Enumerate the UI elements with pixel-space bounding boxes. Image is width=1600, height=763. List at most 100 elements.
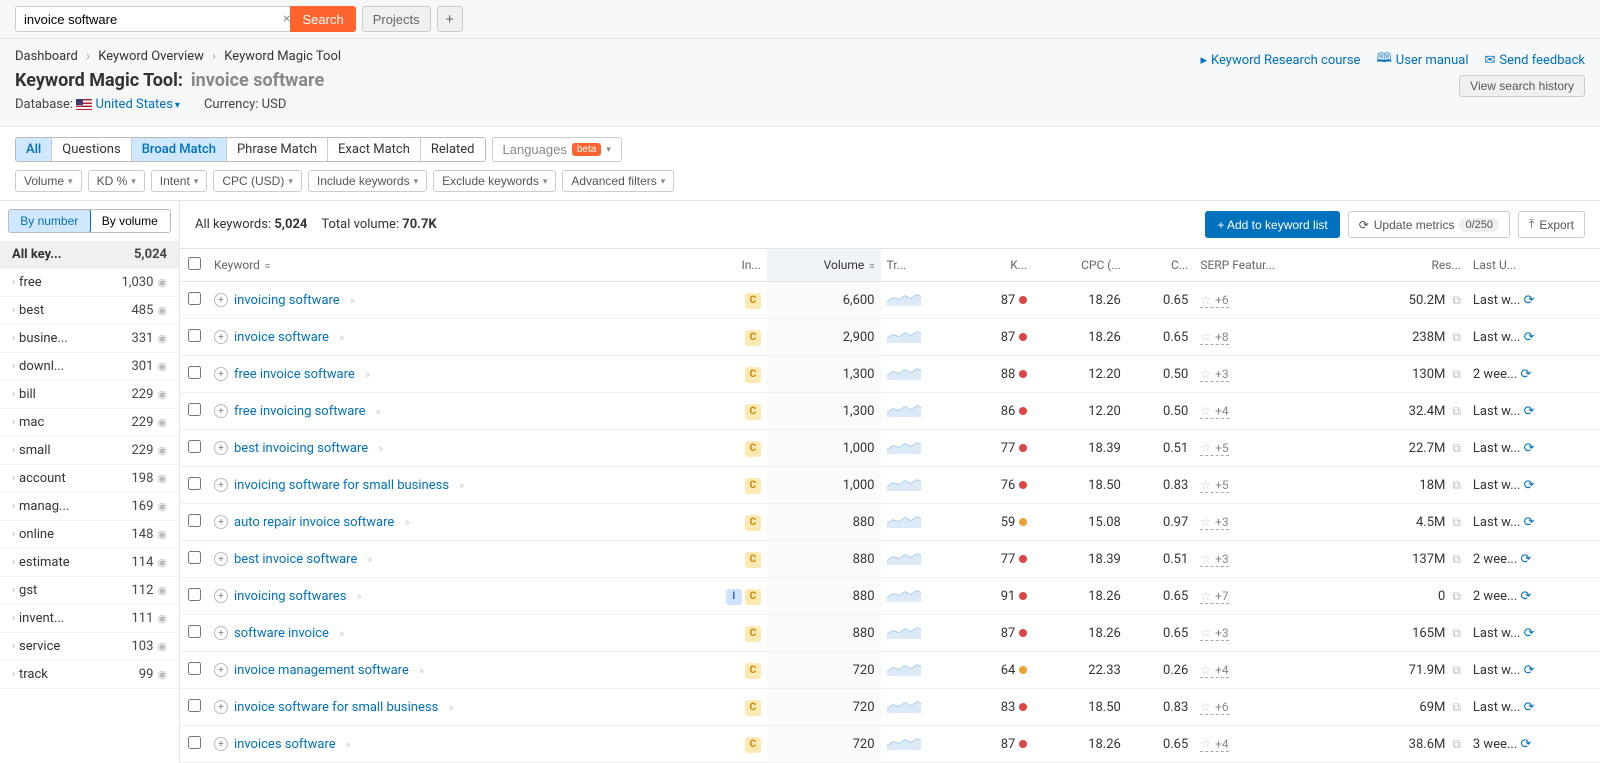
filter-volume[interactable]: Volume ▾ xyxy=(15,170,82,192)
keyword-link[interactable]: invoice software for small business xyxy=(234,700,438,715)
expand-icon[interactable]: + xyxy=(214,737,228,751)
expand-icon[interactable]: + xyxy=(214,626,228,640)
sidebar-all-keywords[interactable]: All key... 5,024 xyxy=(0,241,179,269)
select-all-checkbox[interactable] xyxy=(188,257,201,270)
column-header[interactable]: In... xyxy=(682,249,767,282)
expand-icon[interactable]: + xyxy=(214,515,228,529)
expand-icon[interactable]: + xyxy=(214,441,228,455)
keyword-link[interactable]: free invoicing software xyxy=(234,404,366,419)
keyword-link[interactable]: invoicing software for small business xyxy=(234,478,449,493)
serp-features[interactable]: ☆ +3 xyxy=(1200,367,1228,382)
column-header[interactable]: SERP Featur... xyxy=(1194,249,1351,282)
external-link-icon[interactable]: ⧉ xyxy=(1449,626,1461,640)
languages-dropdown[interactable]: Languages beta ▾ xyxy=(492,137,622,162)
row-checkbox[interactable] xyxy=(188,699,201,712)
sidebar-group-item[interactable]: › best485 ◉ xyxy=(0,297,179,325)
row-checkbox[interactable] xyxy=(188,736,201,749)
sidebar-group-item[interactable]: › invent...111 ◉ xyxy=(0,605,179,633)
link-send-feedback[interactable]: ✉Send feedback xyxy=(1484,53,1585,68)
keyword-link[interactable]: best invoicing software xyxy=(234,441,368,456)
link-research-course[interactable]: ▸Keyword Research course xyxy=(1200,53,1360,68)
keyword-link[interactable]: best invoice software xyxy=(234,552,357,567)
refresh-icon[interactable]: ⟳ xyxy=(1524,478,1535,493)
expand-icon[interactable]: + xyxy=(214,367,228,381)
serp-features[interactable]: ☆ +4 xyxy=(1200,663,1228,678)
row-checkbox[interactable] xyxy=(188,440,201,453)
add-to-keyword-list-button[interactable]: + Add to keyword list xyxy=(1205,211,1339,238)
column-header[interactable]: CPC (... xyxy=(1033,249,1127,282)
refresh-icon[interactable]: ⟳ xyxy=(1524,293,1535,308)
refresh-icon[interactable]: ⟳ xyxy=(1524,515,1535,530)
column-header[interactable]: K... xyxy=(964,249,1034,282)
serp-features[interactable]: ☆ +5 xyxy=(1200,478,1228,493)
keyword-link[interactable]: invoicing software xyxy=(234,293,340,308)
row-checkbox[interactable] xyxy=(188,292,201,305)
row-checkbox[interactable] xyxy=(188,477,201,490)
update-metrics-button[interactable]: ⟳ Update metrics 0/250 xyxy=(1348,211,1510,238)
sidebar-group-item[interactable]: › busine...331 ◉ xyxy=(0,325,179,353)
sidebar-group-item[interactable]: › downl...301 ◉ xyxy=(0,353,179,381)
expand-icon[interactable]: + xyxy=(214,589,228,603)
keyword-link[interactable]: invoice management software xyxy=(234,663,409,678)
row-checkbox[interactable] xyxy=(188,366,201,379)
external-link-icon[interactable]: ⧉ xyxy=(1449,589,1461,603)
keyword-link[interactable]: invoice software xyxy=(234,330,329,345)
external-link-icon[interactable]: ⧉ xyxy=(1449,293,1461,307)
breadcrumb-item[interactable]: Keyword Overview xyxy=(98,49,204,64)
refresh-icon[interactable]: ⟳ xyxy=(1521,367,1532,382)
add-project-button[interactable]: + xyxy=(437,6,463,32)
expand-icon[interactable]: + xyxy=(214,478,228,492)
external-link-icon[interactable]: ⧉ xyxy=(1449,441,1461,455)
view-history-button[interactable]: View search history xyxy=(1459,75,1585,97)
tab-all[interactable]: All xyxy=(16,138,52,161)
search-button[interactable]: Search xyxy=(290,6,355,32)
tab-questions[interactable]: Questions xyxy=(52,138,131,161)
refresh-icon[interactable]: ⟳ xyxy=(1524,626,1535,641)
expand-icon[interactable]: + xyxy=(214,552,228,566)
filter-advanced-filters[interactable]: Advanced filters ▾ xyxy=(562,170,674,192)
database-dropdown[interactable]: United States▾ xyxy=(96,97,180,112)
row-checkbox[interactable] xyxy=(188,329,201,342)
external-link-icon[interactable]: ⧉ xyxy=(1449,663,1461,677)
breadcrumb-item[interactable]: Dashboard xyxy=(15,49,78,64)
column-header[interactable]: C... xyxy=(1127,249,1194,282)
external-link-icon[interactable]: ⧉ xyxy=(1449,478,1461,492)
row-checkbox[interactable] xyxy=(188,403,201,416)
tab-broad-match[interactable]: Broad Match xyxy=(132,138,227,161)
keyword-link[interactable]: auto repair invoice software xyxy=(234,515,394,530)
filter-include-keywords[interactable]: Include keywords ▾ xyxy=(308,170,427,192)
serp-features[interactable]: ☆ +4 xyxy=(1200,737,1228,752)
expand-icon[interactable]: + xyxy=(214,663,228,677)
sidebar-group-item[interactable]: › account198 ◉ xyxy=(0,465,179,493)
sidebar-group-item[interactable]: › free1,030 ◉ xyxy=(0,269,179,297)
search-input[interactable] xyxy=(15,6,305,32)
column-header[interactable]: Tr... xyxy=(881,249,964,282)
row-checkbox[interactable] xyxy=(188,551,201,564)
serp-features[interactable]: ☆ +3 xyxy=(1200,626,1228,641)
column-header[interactable]: Volume ≡ xyxy=(767,249,881,282)
serp-features[interactable]: ☆ +3 xyxy=(1200,552,1228,567)
projects-button[interactable]: Projects xyxy=(362,6,431,32)
serp-features[interactable]: ☆ +6 xyxy=(1200,293,1228,308)
export-button[interactable]: ⤒ Export xyxy=(1518,211,1585,238)
sidebar-group-item[interactable]: › gst112 ◉ xyxy=(0,577,179,605)
column-header[interactable]: Last U... xyxy=(1467,249,1600,282)
link-user-manual[interactable]: 🕮User manual xyxy=(1376,49,1468,71)
clear-icon[interactable]: × xyxy=(283,11,290,27)
external-link-icon[interactable]: ⧉ xyxy=(1449,515,1461,529)
refresh-icon[interactable]: ⟳ xyxy=(1524,330,1535,345)
sidebar-group-item[interactable]: › manag...169 ◉ xyxy=(0,493,179,521)
column-header[interactable] xyxy=(180,249,208,282)
row-checkbox[interactable] xyxy=(188,625,201,638)
keyword-link[interactable]: invoicing softwares xyxy=(234,589,346,604)
sidebar-group-item[interactable]: › track99 ◉ xyxy=(0,661,179,689)
keyword-link[interactable]: software invoice xyxy=(234,626,329,641)
expand-icon[interactable]: + xyxy=(214,404,228,418)
tab-exact-match[interactable]: Exact Match xyxy=(328,138,421,161)
filter-exclude-keywords[interactable]: Exclude keywords ▾ xyxy=(433,170,556,192)
by-volume-tab[interactable]: By volume xyxy=(90,210,171,232)
column-header[interactable]: Res... xyxy=(1351,249,1467,282)
external-link-icon[interactable]: ⧉ xyxy=(1449,404,1461,418)
refresh-icon[interactable]: ⟳ xyxy=(1521,552,1532,567)
serp-features[interactable]: ☆ +6 xyxy=(1200,700,1228,715)
